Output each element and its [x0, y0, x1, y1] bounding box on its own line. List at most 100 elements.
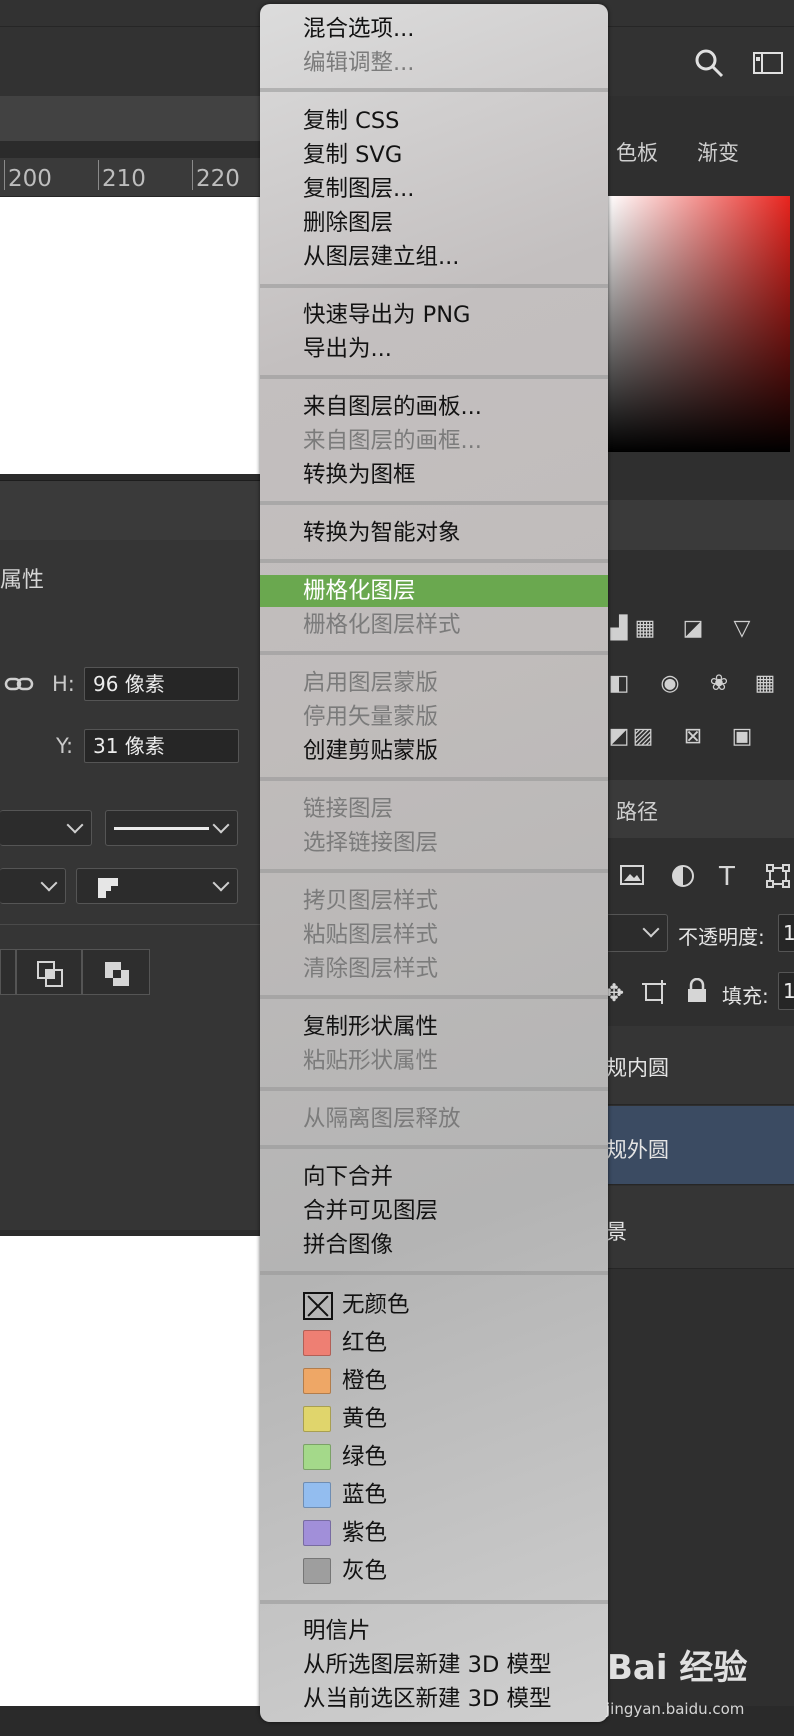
height-label: H: [52, 672, 75, 696]
photo-filter-icon[interactable]: ◉ [655, 672, 685, 696]
menu-item-blending-options[interactable]: 混合选项... [303, 14, 414, 44]
search-icon[interactable] [693, 47, 725, 79]
menu-item-color-blue[interactable]: 蓝色 [342, 1480, 387, 1510]
adjustment-filter-icon[interactable] [671, 864, 695, 892]
corner-dropdown[interactable] [76, 868, 238, 904]
tab-paths[interactable]: 路径 [616, 796, 658, 826]
menu-item-postcard[interactable]: 明信片 [303, 1616, 371, 1646]
fill-field[interactable]: 1 [778, 972, 794, 1010]
intersect-shape-button[interactable] [16, 949, 82, 995]
chevron-down-icon [212, 816, 230, 834]
tab-gradients[interactable]: 渐变 [697, 137, 739, 167]
channel-mixer-icon[interactable]: ❀ [704, 672, 734, 696]
menu-item-new-3d-from-layer[interactable]: 从所选图层新建 3D 模型 [303, 1650, 551, 1680]
menu-item-delete-layer[interactable]: 删除图层 [303, 208, 393, 238]
layer-name: 规内圆 [606, 1056, 669, 1080]
fill-type-dropdown[interactable] [0, 810, 92, 846]
menu-item-select-linked-layers: 选择链接图层 [303, 830, 439, 856]
menu-item-copy-svg[interactable]: 复制 SVG [303, 140, 402, 170]
menu-item-new-3d-from-selection[interactable]: 从当前选区新建 3D 模型 [303, 1684, 551, 1714]
type-filter-icon[interactable]: T [719, 862, 735, 892]
opacity-field[interactable]: 1 [778, 914, 794, 952]
menu-item-quick-export-png[interactable]: 快速导出为 PNG [303, 300, 471, 330]
menu-separator [260, 1600, 608, 1604]
ruler-tick [98, 160, 99, 190]
menu-item-convert-to-smart-object[interactable]: 转换为智能对象 [303, 518, 461, 548]
gradient-map-icon[interactable]: ▽ [727, 617, 757, 641]
menu-item-color-green[interactable]: 绿色 [342, 1442, 387, 1472]
path-op-button[interactable] [0, 949, 16, 995]
menu-item-rasterize-layer-style: 栅格化图层样式 [303, 612, 461, 638]
menu-item-duplicate-layer[interactable]: 复制图层... [303, 174, 414, 204]
menu-item-color-orange[interactable]: 橙色 [342, 1366, 387, 1396]
canvas-area-lower[interactable] [0, 1236, 262, 1706]
exclude-shape-button[interactable] [82, 949, 150, 995]
ruler-label: 200 [8, 166, 52, 192]
menu-item-copy-css[interactable]: 复制 CSS [303, 106, 399, 136]
menu-item-group-from-layers[interactable]: 从图层建立组... [303, 242, 459, 272]
ruler-tick [4, 160, 5, 190]
menu-separator [260, 869, 608, 873]
menu-item-color-red[interactable]: 红色 [342, 1328, 387, 1358]
menu-item-create-clipping-mask[interactable]: 创建剪贴蒙版 [303, 736, 438, 766]
lock-icon[interactable] [686, 977, 708, 1008]
layer-row[interactable] [604, 1186, 794, 1269]
stroke-style-dropdown[interactable] [105, 810, 238, 846]
menu-item-copy-shape-attributes[interactable]: 复制形状属性 [303, 1012, 438, 1042]
adjustments-header [604, 500, 794, 550]
orange-swatch [303, 1368, 331, 1394]
menu-item-flatten-image[interactable]: 拼合图像 [303, 1230, 393, 1260]
color-lookup-icon[interactable]: ▦ [750, 672, 780, 696]
green-swatch [303, 1444, 331, 1470]
menu-item-disable-vector-mask: 停用矢量蒙版 [303, 704, 439, 730]
shape-filter-icon[interactable] [766, 864, 790, 892]
watermark-logo: Bai 经验 [607, 1648, 748, 1688]
menu-item-convert-to-frame[interactable]: 转换为图框 [303, 460, 416, 490]
lock-artboard-icon[interactable] [641, 979, 667, 1009]
panel-header [0, 480, 262, 541]
align-dropdown[interactable] [0, 868, 66, 904]
menu-item-artboard-from-layers[interactable]: 来自图层的画板... [303, 392, 482, 422]
menu-item-link-layers: 链接图层 [303, 796, 394, 822]
threshold-icon[interactable]: ⊠ [678, 725, 708, 749]
menu-item-export-as[interactable]: 导出为... [303, 334, 392, 364]
height-field[interactable]: 96 像素 [84, 667, 239, 701]
curves-icon[interactable]: ▦ [630, 617, 660, 641]
exposure-icon[interactable]: ◪ [678, 617, 708, 641]
chevron-down-icon [40, 874, 58, 892]
tab-swatches[interactable]: 色板 [616, 137, 658, 167]
menu-item-color-yellow[interactable]: 黄色 [342, 1404, 387, 1434]
link-icon[interactable] [4, 672, 34, 700]
color-picker-field[interactable] [608, 196, 790, 452]
menu-item-clear-layer-style: 清除图层样式 [303, 956, 439, 982]
chevron-down-icon [66, 816, 84, 834]
violet-swatch [303, 1520, 331, 1546]
posterize-icon[interactable]: ▨ [628, 725, 658, 749]
ruler-label: 220 [196, 166, 240, 192]
corner-icon [97, 877, 119, 903]
menu-item-color-violet[interactable]: 紫色 [342, 1518, 387, 1548]
canvas-area[interactable] [0, 197, 262, 474]
menu-separator [260, 501, 608, 505]
menu-item-color-gray[interactable]: 灰色 [342, 1556, 387, 1586]
y-field[interactable]: 31 像素 [84, 729, 239, 763]
y-label: Y: [56, 734, 74, 758]
menu-item-copy-layer-style: 拷贝图层样式 [303, 888, 439, 914]
bw-icon[interactable]: ◧ [604, 672, 634, 696]
chevron-down-icon [642, 920, 660, 938]
watermark-url: jingyan.baidu.com [606, 1700, 745, 1718]
selective-color-icon[interactable]: ▣ [727, 725, 757, 749]
menu-separator [260, 651, 608, 655]
menu-item-release-from-isolation: 从隔离图层释放 [303, 1106, 461, 1132]
image-filter-icon[interactable] [620, 864, 644, 890]
menu-item-rasterize-layer[interactable]: 栅格化图层 [260, 575, 608, 607]
document-tab-bar [0, 96, 262, 141]
menu-item-merge-down[interactable]: 向下合并 [303, 1162, 393, 1192]
menu-item-color-none[interactable]: 无颜色 [342, 1290, 410, 1320]
menu-item-edit-adjustment: 编辑调整... [303, 50, 415, 76]
layer-name: 景 [606, 1220, 627, 1244]
blend-mode-dropdown[interactable] [604, 914, 668, 952]
ruler-label: 210 [102, 166, 146, 192]
menu-item-merge-visible[interactable]: 合并可见图层 [303, 1196, 438, 1226]
workspace-icon[interactable] [752, 47, 784, 79]
